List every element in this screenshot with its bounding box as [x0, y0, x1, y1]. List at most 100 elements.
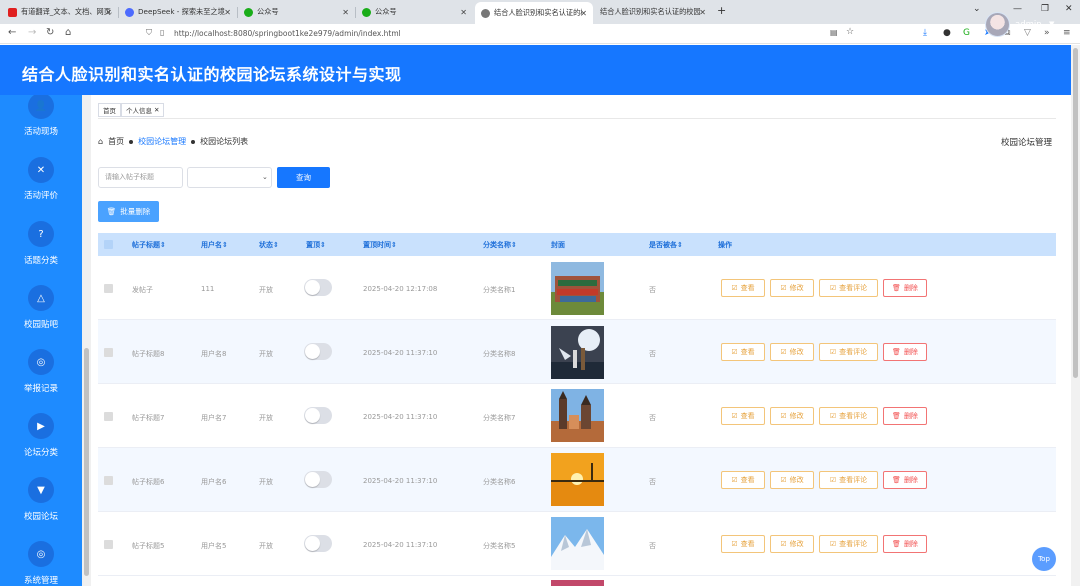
- person-icon[interactable]: 👤: [28, 95, 54, 119]
- grammarly-icon[interactable]: G: [963, 28, 970, 38]
- column-header[interactable]: 分类名称⇕: [483, 240, 517, 250]
- home-icon[interactable]: ⌂: [65, 27, 71, 38]
- play-icon[interactable]: ▶: [28, 413, 54, 439]
- browser-tab[interactable]: 公众号 ✕: [356, 3, 473, 21]
- column-header[interactable]: 置顶⇕: [306, 240, 326, 250]
- browser-tab[interactable]: 结合人脸识别和实名认证的校园论坛 ✕: [594, 3, 712, 21]
- row-checkbox[interactable]: [104, 540, 113, 549]
- edit-button[interactable]: ☑ 修改: [770, 343, 814, 361]
- close-icon[interactable]: ✕: [28, 157, 54, 183]
- close-icon[interactable]: ✕: [460, 8, 467, 17]
- view-button[interactable]: ☑ 查看: [721, 279, 765, 297]
- edit-button[interactable]: ☑ 修改: [770, 471, 814, 489]
- pin-toggle[interactable]: [304, 279, 332, 296]
- breadcrumb-home[interactable]: 首页: [108, 136, 124, 147]
- column-header[interactable]: 用户名⇕: [201, 240, 228, 250]
- more-icon[interactable]: »: [1044, 28, 1050, 38]
- cover-image[interactable]: [551, 326, 604, 379]
- row-checkbox[interactable]: [104, 348, 113, 357]
- page-scrollbar-thumb[interactable]: [1073, 48, 1078, 378]
- sidebar-item-label[interactable]: 系统管理: [0, 574, 82, 586]
- delete-button[interactable]: 🗑 删除: [883, 279, 927, 297]
- breadcrumb-level1[interactable]: 校园论坛管理: [138, 136, 186, 147]
- close-icon[interactable]: ✕: [105, 8, 112, 17]
- avatar[interactable]: [985, 12, 1010, 37]
- browser-tab[interactable]: DeepSeek - 探索未至之境 ✕: [119, 3, 237, 21]
- admin-username[interactable]: admin: [1015, 20, 1042, 30]
- close-icon[interactable]: ✕: [699, 8, 706, 17]
- batch-delete-button[interactable]: 🗑 批量删除: [98, 201, 159, 222]
- edit-button[interactable]: ☑ 修改: [770, 407, 814, 425]
- select-all-checkbox[interactable]: [104, 240, 113, 249]
- window-close-icon[interactable]: ✕: [1065, 4, 1073, 14]
- chevron-down-icon[interactable]: ▼: [1049, 20, 1054, 28]
- camera-icon[interactable]: ◎: [28, 541, 54, 567]
- bell-icon[interactable]: △: [28, 285, 54, 311]
- camera-icon[interactable]: ◎: [28, 349, 54, 375]
- view-comments-button[interactable]: ☑ 查看评论: [819, 471, 878, 489]
- delete-button[interactable]: 🗑 删除: [883, 407, 927, 425]
- column-header[interactable]: 状态⇕: [259, 240, 279, 250]
- view-button[interactable]: ☑ 查看: [721, 407, 765, 425]
- minimize-icon[interactable]: —: [1013, 4, 1022, 14]
- delete-button[interactable]: 🗑 删除: [883, 535, 927, 553]
- url-field[interactable]: ⛉ ▯ http://localhost:8080/springboot1ke2…: [138, 26, 862, 42]
- pin-toggle[interactable]: [304, 535, 332, 552]
- view-comments-button[interactable]: ☑ 查看评论: [819, 279, 878, 297]
- back-to-top-button[interactable]: Top: [1032, 547, 1056, 571]
- cover-image[interactable]: [551, 389, 604, 442]
- row-checkbox[interactable]: [104, 284, 113, 293]
- sidebar-item-label[interactable]: 举报记录: [0, 382, 82, 394]
- view-comments-button[interactable]: ☑ 查看评论: [819, 407, 878, 425]
- browser-tab[interactable]: 公众号 ✕: [238, 3, 355, 21]
- sidebar-item-label[interactable]: 论坛分类: [0, 446, 82, 458]
- column-header[interactable]: 帖子标题⇕: [132, 240, 166, 250]
- sidebar-item-label[interactable]: 校园贴吧: [0, 318, 82, 330]
- sidebar-item-label[interactable]: 活动评价: [0, 189, 82, 201]
- pin-toggle[interactable]: [304, 407, 332, 424]
- query-button[interactable]: 查询: [277, 167, 330, 188]
- edit-button[interactable]: ☑ 修改: [770, 279, 814, 297]
- row-checkbox[interactable]: [104, 476, 113, 485]
- view-comments-button[interactable]: ☑ 查看评论: [819, 535, 878, 553]
- close-icon[interactable]: ✕: [154, 106, 159, 114]
- maximize-icon[interactable]: ❐: [1041, 4, 1049, 14]
- cover-image[interactable]: [551, 453, 604, 506]
- forward-icon[interactable]: →: [28, 27, 36, 38]
- sidebar-scrollbar-thumb[interactable]: [84, 348, 89, 576]
- close-icon[interactable]: ✕: [580, 9, 587, 18]
- caret-down-icon[interactable]: ▼: [28, 477, 54, 503]
- help-icon[interactable]: ?: [28, 221, 54, 247]
- tab-list-icon[interactable]: ⌄: [973, 4, 981, 14]
- view-button[interactable]: ☑ 查看: [721, 343, 765, 361]
- delete-button[interactable]: 🗑 删除: [883, 343, 927, 361]
- browser-tab[interactable]: 有道翻译_文本、文档、网页、 ✕: [2, 3, 118, 21]
- pin-toggle[interactable]: [304, 343, 332, 360]
- column-header[interactable]: 是否被各⇕: [649, 240, 683, 250]
- close-icon[interactable]: ✕: [224, 8, 231, 17]
- column-header[interactable]: 置顶时间⇕: [363, 240, 397, 250]
- close-icon[interactable]: ✕: [342, 8, 349, 17]
- back-icon[interactable]: ←: [8, 27, 16, 38]
- view-button[interactable]: ☑ 查看: [721, 535, 765, 553]
- search-input[interactable]: 请输入帖子标题: [98, 167, 183, 188]
- tag-profile[interactable]: 个人信息 ✕: [121, 103, 165, 117]
- download-icon[interactable]: ⤓: [923, 28, 927, 38]
- cover-image[interactable]: [551, 517, 604, 570]
- sidebar-item-label[interactable]: 话题分类: [0, 254, 82, 266]
- view-button[interactable]: ☑ 查看: [721, 471, 765, 489]
- cover-image[interactable]: [551, 262, 604, 315]
- pin-toggle[interactable]: [304, 471, 332, 488]
- tag-home[interactable]: 首页: [98, 103, 121, 117]
- category-select[interactable]: [187, 167, 272, 188]
- sidebar-item-label[interactable]: 活动现场: [0, 125, 82, 137]
- row-checkbox[interactable]: [104, 412, 113, 421]
- extension-icon[interactable]: ●: [943, 28, 951, 38]
- reload-icon[interactable]: ↻: [46, 27, 54, 38]
- new-tab-icon[interactable]: +: [717, 4, 726, 17]
- view-comments-button[interactable]: ☑ 查看评论: [819, 343, 878, 361]
- translate-icon[interactable]: ▤: [830, 28, 838, 37]
- delete-button[interactable]: 🗑 删除: [883, 471, 927, 489]
- overflow-icon[interactable]: ≡: [1063, 28, 1071, 38]
- browser-tab-active[interactable]: 结合人脸识别和实名认证的校园 ✕: [475, 2, 593, 24]
